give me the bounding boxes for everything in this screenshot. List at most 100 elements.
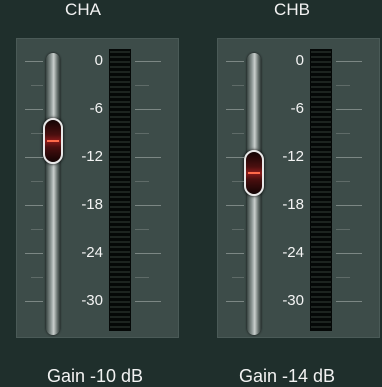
meter-segment	[311, 201, 331, 203]
meter-tick-major	[336, 157, 362, 158]
meter-segment	[110, 131, 130, 133]
meter-segment	[110, 91, 130, 93]
meter-segment	[110, 106, 130, 108]
meter-segment	[311, 111, 331, 113]
meter-segment	[110, 171, 130, 173]
meter-segment	[311, 56, 331, 58]
scale-tick-major	[25, 301, 43, 302]
meter-segment	[311, 231, 331, 233]
meter-segment	[311, 86, 331, 88]
meter-segment	[311, 291, 331, 293]
meter-segment	[110, 291, 130, 293]
meter-segment	[311, 301, 331, 303]
scale-tick-minor	[232, 277, 244, 278]
meter-segment	[110, 176, 130, 178]
meter-segment	[311, 141, 331, 143]
meter-segment	[311, 156, 331, 158]
scale-tick-minor	[31, 181, 43, 182]
meter-segment	[110, 201, 130, 203]
meter-segment	[311, 71, 331, 73]
meter-tick-major	[336, 61, 362, 62]
meter-segment	[311, 221, 331, 223]
meter-segment	[311, 211, 331, 213]
meter-tick-minor	[336, 277, 350, 278]
meter-tick-minor	[336, 133, 350, 134]
meter-segment	[110, 56, 130, 58]
meter-tick-minor	[336, 85, 350, 86]
scale-tick-minor	[31, 277, 43, 278]
scale-label: -30	[81, 292, 103, 309]
meter-tick-major	[135, 205, 161, 206]
meter-tick-major	[336, 205, 362, 206]
meter-segment	[311, 286, 331, 288]
meter-segment	[110, 326, 130, 328]
meter-tick-major	[336, 253, 362, 254]
meter-tick-major	[135, 109, 161, 110]
scale-label: -24	[81, 244, 103, 261]
scale-tick-major	[25, 253, 43, 254]
fader-knob-indicator	[47, 140, 59, 142]
meter-tick-minor	[336, 181, 350, 182]
meter-segment	[110, 211, 130, 213]
channel-b-fader-panel: 0 -6 -12 -18 -24 -30	[217, 38, 380, 338]
scale-tick-major	[226, 205, 244, 206]
meter-segment	[311, 236, 331, 238]
scale-label: -6	[290, 100, 304, 117]
meter-segment	[110, 301, 130, 303]
fader-knob[interactable]	[244, 150, 264, 196]
meter-segment	[110, 196, 130, 198]
meter-segment	[110, 96, 130, 98]
scale-tick-minor	[232, 133, 244, 134]
meter-segment	[311, 121, 331, 123]
meter-tick-minor	[336, 229, 350, 230]
meter-segment	[110, 216, 130, 218]
meter-segment	[110, 251, 130, 253]
meter-segment	[110, 166, 130, 168]
scale-label: -12	[81, 148, 103, 165]
meter-tick-minor	[135, 277, 149, 278]
scale-tick-major	[226, 157, 244, 158]
meter-segment	[110, 321, 130, 323]
channel-b-title: CHB	[274, 0, 310, 19]
meter-segment	[110, 286, 130, 288]
scale-tick-minor	[232, 229, 244, 230]
channel-a-fader-panel: 0 -6 -12 -18 -24 -30	[16, 38, 179, 338]
meter-segment	[110, 141, 130, 143]
meter-segment	[311, 136, 331, 138]
meter-segment	[110, 296, 130, 298]
meter-segment	[110, 101, 130, 103]
scale-tick-major	[226, 61, 244, 62]
meter-segment	[110, 266, 130, 268]
meter-segment	[110, 186, 130, 188]
meter-segment	[110, 61, 130, 63]
meter-segment	[110, 136, 130, 138]
meter-segment	[311, 91, 331, 93]
scale-label: -6	[89, 100, 103, 117]
meter-tick-major	[336, 301, 362, 302]
scale-label: 0	[295, 52, 304, 69]
meter-segment	[110, 246, 130, 248]
meter-segment	[311, 116, 331, 118]
scale-label: -12	[282, 148, 304, 165]
scale-tick-major	[25, 205, 43, 206]
meter-segment	[110, 226, 130, 228]
meter-segment	[311, 266, 331, 268]
fader-knob-indicator	[248, 172, 260, 174]
meter-segment	[311, 51, 331, 53]
meter-segment	[311, 101, 331, 103]
meter-segment	[311, 161, 331, 163]
fader-track	[46, 53, 60, 335]
meter-tick-major	[135, 157, 161, 158]
fader-knob[interactable]	[43, 118, 63, 164]
meter-segment	[311, 241, 331, 243]
scale-label: -18	[81, 196, 103, 213]
meter-segment	[110, 126, 130, 128]
meter-segment	[110, 206, 130, 208]
meter-segment	[110, 116, 130, 118]
meter-segment	[110, 256, 130, 258]
scale-tick-major	[226, 301, 244, 302]
meter-segment	[110, 281, 130, 283]
meter-segment	[311, 271, 331, 273]
meter-segment	[110, 86, 130, 88]
meter-segment	[311, 76, 331, 78]
